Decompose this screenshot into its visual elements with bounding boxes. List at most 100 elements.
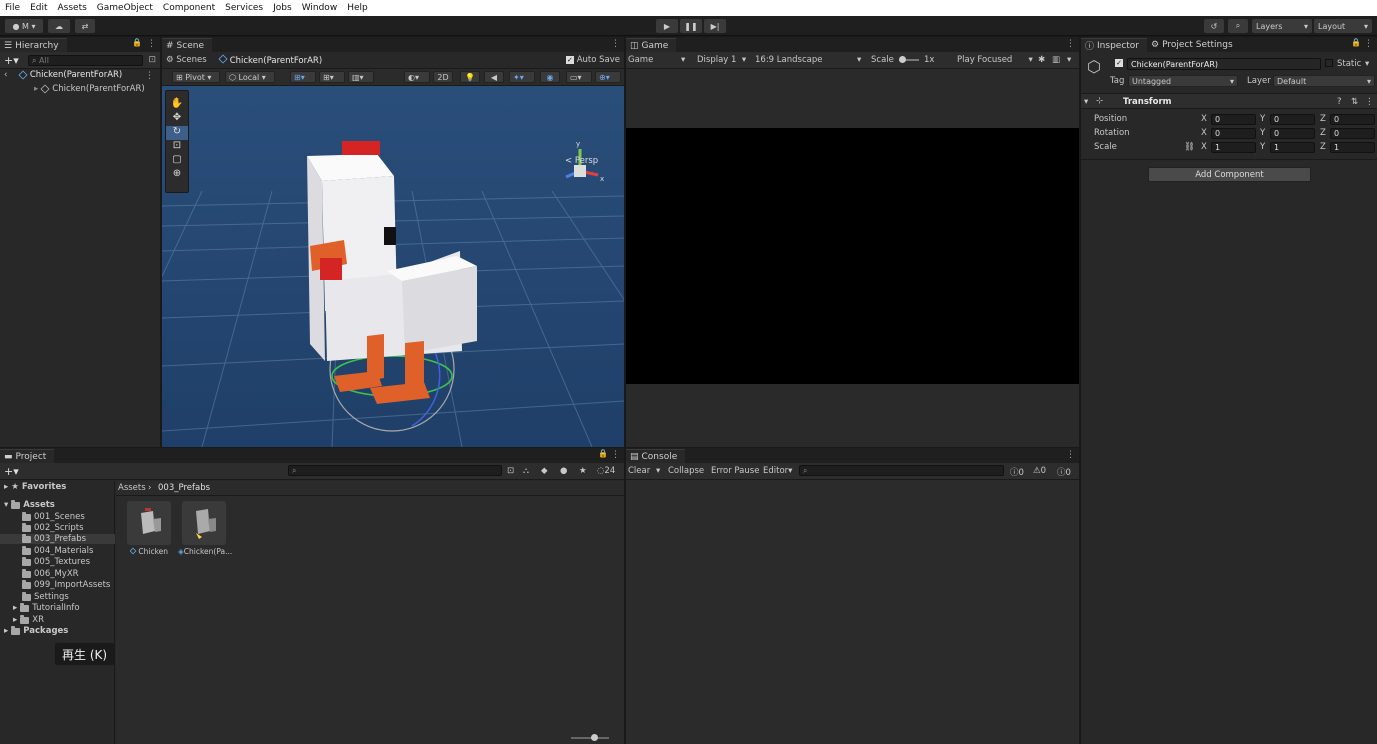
game-view-dropdown[interactable]: Game — [628, 55, 653, 65]
folder-item[interactable]: 002_Scripts — [22, 522, 84, 533]
kebab-menu-icon[interactable]: ⋮ — [1066, 450, 1075, 460]
audio-toggle[interactable]: ◀ — [484, 71, 504, 83]
gizmos-icon[interactable]: ▾ — [1067, 55, 1071, 65]
chicken-model[interactable] — [307, 141, 477, 432]
preset-icon[interactable]: ⇅ — [1351, 97, 1358, 107]
add-button[interactable]: +▾ — [4, 54, 19, 67]
slider-handle[interactable] — [899, 56, 906, 63]
search-button[interactable]: ⌕ — [1228, 19, 1248, 33]
local-dropdown[interactable]: ⬡ Local ▾ — [225, 71, 275, 83]
tag-icon[interactable]: ◆ — [541, 466, 548, 476]
position-z-field[interactable]: 0 — [1330, 114, 1375, 125]
lock-icon[interactable]: 🔒 — [1351, 38, 1361, 47]
menu-jobs[interactable]: Jobs — [273, 3, 292, 13]
draw-mode-button[interactable]: ◐▾ — [404, 71, 430, 83]
clear-button[interactable]: Clear — [628, 466, 650, 476]
kebab-menu-icon[interactable]: ⋮ — [147, 39, 156, 49]
game-viewport[interactable] — [626, 128, 1079, 384]
camera-button[interactable]: ▭▾ — [566, 71, 592, 83]
effects-button[interactable]: ✦▾ — [509, 71, 535, 83]
asset-thumbnail-chicken[interactable] — [127, 501, 171, 545]
tab-project[interactable]: ▬ Project — [0, 449, 55, 463]
asset-thumbnail-chicken-parent[interactable] — [182, 501, 226, 545]
tag-dropdown[interactable]: Untagged ▾ — [1128, 75, 1238, 87]
menu-help[interactable]: Help — [347, 3, 368, 13]
tab-game[interactable]: ◫ Game — [626, 38, 677, 52]
layout-dropdown[interactable]: Layout ▾ — [1314, 19, 1372, 33]
kebab-menu-icon[interactable]: ⋮ — [1364, 39, 1373, 49]
auto-save-toggle[interactable]: ✓ Auto Save — [565, 55, 620, 65]
tab-project-settings[interactable]: ⚙ Project Settings — [1147, 38, 1241, 52]
add-component-button[interactable]: Add Component — [1148, 167, 1311, 182]
breadcrumb-prefabs[interactable]: 003_Prefabs — [158, 483, 210, 493]
move-tool-icon[interactable]: ✥ — [166, 112, 188, 126]
rotation-z-field[interactable]: 0 — [1330, 128, 1375, 139]
hierarchy-child-item[interactable]: ▸ Chicken(ParentForAR) — [34, 84, 145, 94]
lock-icon[interactable]: 🔒 — [598, 449, 608, 458]
scale-x-field[interactable]: 1 — [1211, 142, 1256, 153]
object-name-field[interactable]: Chicken(ParentForAR) — [1127, 58, 1321, 70]
folder-item[interactable]: 005_Textures — [22, 556, 90, 567]
error-pause-button[interactable]: Error Pause — [711, 466, 759, 476]
account-dropdown[interactable]: ● M ▾ — [5, 19, 43, 33]
kebab-menu-icon[interactable]: ⋮ — [1365, 97, 1374, 107]
editor-dropdown[interactable]: Editor▾ — [763, 466, 792, 476]
error-filter-toggle[interactable]: ⓘ0 — [1057, 466, 1071, 478]
layer-dropdown[interactable]: Default ▾ — [1273, 75, 1375, 87]
transform-tool-icon[interactable]: ⊕ — [166, 168, 188, 182]
kebab-menu-icon[interactable]: ⋮ — [1066, 39, 1075, 49]
play-button[interactable]: ▶ — [656, 19, 678, 33]
pause-button[interactable]: ❚❚ — [680, 19, 702, 33]
static-checkbox[interactable] — [1325, 59, 1333, 67]
breadcrumb-assets[interactable]: Assets — [118, 483, 146, 493]
filter-icon[interactable]: ⊡ — [148, 55, 156, 65]
gizmos-button[interactable]: ⊕▾ — [595, 71, 621, 83]
position-y-field[interactable]: 0 — [1270, 114, 1315, 125]
increment-snap-button[interactable]: ▥▾ — [348, 71, 374, 83]
layers-dropdown[interactable]: Layers ▾ — [1252, 19, 1312, 33]
rotate-tool-icon[interactable]: ↻ — [166, 126, 188, 140]
assets-root-item[interactable]: ▾ Assets — [4, 499, 55, 510]
folder-item[interactable]: 004_Materials — [22, 545, 93, 556]
chevron-down-icon[interactable]: ▾ — [1365, 59, 1369, 69]
scale-y-field[interactable]: 1 — [1270, 142, 1315, 153]
rotation-y-field[interactable]: 0 — [1270, 128, 1315, 139]
position-x-field[interactable]: 0 — [1211, 114, 1256, 125]
snap-button[interactable]: ⊞▾ — [290, 71, 316, 83]
thumbnail-size-slider[interactable] — [571, 734, 609, 741]
folder-item[interactable]: ▸ TutorialInfo — [13, 602, 80, 613]
history-button[interactable]: ↺ — [1204, 19, 1224, 33]
tab-console[interactable]: ▤ Console — [626, 449, 686, 463]
search-by-label-icon[interactable]: ⛬ — [523, 466, 529, 476]
folder-item[interactable]: 001_Scenes — [22, 511, 85, 522]
kebab-menu-icon[interactable]: ⋮ — [611, 450, 620, 460]
folder-item-selected[interactable]: 003_Prefabs — [0, 533, 115, 544]
search-by-type-icon[interactable]: ⊡ — [507, 466, 514, 476]
collab-button[interactable]: ⇄ — [75, 19, 95, 33]
cloud-button[interactable]: ☁ — [48, 19, 70, 33]
slider-handle[interactable] — [591, 734, 598, 741]
add-button[interactable]: +▾ — [4, 465, 19, 478]
tab-inspector[interactable]: ⓘ Inspector — [1081, 38, 1147, 52]
console-search-input[interactable]: ⌕ — [799, 465, 1004, 476]
menu-edit[interactable]: Edit — [30, 3, 47, 13]
scenes-breadcrumb[interactable]: ⚙ Scenes — [166, 55, 207, 65]
folder-item[interactable]: 006_MyXR — [22, 568, 79, 579]
tab-hierarchy[interactable]: ☰ Hierarchy — [0, 38, 67, 52]
menu-component[interactable]: Component — [163, 3, 215, 13]
collapse-button[interactable]: Collapse — [668, 466, 704, 476]
hand-tool-icon[interactable]: ✋ — [166, 98, 188, 112]
menu-assets[interactable]: Assets — [58, 3, 87, 13]
scale-slider[interactable] — [899, 56, 919, 63]
hierarchy-root-item[interactable]: ‹ Chicken(ParentForAR) — [4, 70, 122, 80]
tab-scene[interactable]: # Scene — [162, 38, 212, 52]
display-dropdown[interactable]: Display 1 ▾ — [697, 55, 746, 65]
pivot-dropdown[interactable]: ⊞ Pivot ▾ — [172, 71, 220, 83]
menu-file[interactable]: File — [5, 3, 20, 13]
folder-item[interactable]: ▸ XR — [13, 614, 44, 625]
link-icon[interactable]: ⛓ — [1184, 142, 1195, 152]
help-icon[interactable]: ? — [1337, 97, 1342, 107]
persp-label[interactable]: < Persp — [565, 156, 598, 166]
aspect-dropdown[interactable]: 16:9 Landscape — [755, 55, 865, 65]
step-button[interactable]: ▶| — [704, 19, 726, 33]
